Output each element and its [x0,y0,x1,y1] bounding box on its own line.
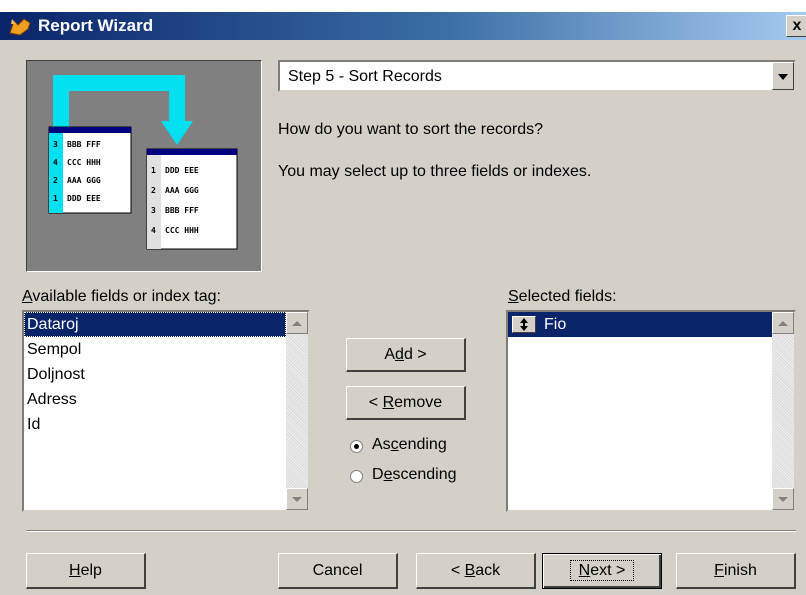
available-field-item[interactable]: Sempol [24,337,286,362]
step-dropdown[interactable]: Step 5 - Sort Records [278,60,796,92]
chevron-down-icon [778,74,788,80]
left_table-row-text: CCC HHH [67,158,101,167]
scroll-up-button[interactable] [772,312,794,334]
selected-field-row[interactable]: Fio [508,312,772,337]
separator [26,530,796,532]
scroll-down-button[interactable] [286,488,308,510]
close-icon: x [792,17,802,34]
ascending-radio[interactable] [350,440,363,453]
cancel-button[interactable]: Cancel [278,553,398,589]
selected-fields-label: Selected fields: [508,288,617,305]
right_table-row-number: 4 [151,226,156,235]
sort-question-text: How do you want to sort the records? [278,121,544,138]
dropdown-button[interactable] [772,62,794,90]
available-fields-list[interactable]: Dataroj Sempol Doljnost Adress Id [22,310,310,512]
help-button[interactable]: Help [26,553,146,589]
scroll-up-button[interactable] [286,312,308,334]
right_table-row-text: DDD EEE [165,166,199,175]
next-button[interactable]: Next > [542,553,662,589]
descending-label[interactable]: Descending [372,466,457,484]
available-field-item[interactable]: Doljnost [24,362,286,387]
ascending-label[interactable]: Ascending [372,436,447,454]
chevron-up-icon [292,321,302,326]
left_table-row-number: 3 [53,140,58,149]
sort-illustration: 3 BBB FFF 4 CCC HHH 2 AAA GGG 1 DDD EEE 1 DDD EE… [26,60,262,272]
available-list-scrollbar[interactable] [286,312,308,510]
sort-diagram-icon: 3 BBB FFF 4 CCC HHH 2 AAA GGG 1 DDD EEE 1 DDD EE… [48,75,238,250]
scroll-down-button[interactable] [772,488,794,510]
add-button[interactable]: Add > [346,338,466,372]
left_table-row-number: 4 [53,158,58,167]
available-field-item[interactable]: Id [24,412,286,437]
back-button[interactable]: < Back [416,553,536,589]
available-fields-label: Available fields or index tag: [22,288,221,305]
left_table-row-number: 2 [53,176,58,185]
right_table-row-text: CCC HHH [165,226,199,235]
step-dropdown-value: Step 5 - Sort Records [288,68,442,85]
top-strip [0,0,806,12]
radio-selected-dot [354,444,359,449]
move-handle-icon[interactable] [512,316,536,333]
available-field-item[interactable]: Dataroj [24,312,286,337]
close-button[interactable]: x [786,15,806,37]
descending-radio[interactable] [350,470,363,483]
chevron-down-icon [292,497,302,502]
selected-list-scrollbar[interactable] [772,312,794,510]
available-fields-items: Dataroj Sempol Doljnost Adress Id [24,312,286,437]
next-focus-rect: Next > [569,560,635,581]
remove-button[interactable]: < Remove [346,386,466,420]
left_table-row-text: DDD EEE [67,194,101,203]
chevron-down-icon [778,497,788,502]
selected-field-name: Fio [544,316,567,333]
left_table-row-number: 1 [53,194,58,203]
chevron-up-icon [778,321,788,326]
right_table-row-number: 1 [151,166,156,175]
left_table-row-text: AAA GGG [67,176,101,185]
fox-app-icon [9,18,31,36]
finish-button[interactable]: Finish [676,553,796,589]
selected-fields-list[interactable]: Fio [506,310,796,512]
updown-arrows-icon [520,318,528,331]
sort-hint-text: You may select up to three fields or ind… [278,163,592,180]
right_table-row-text: BBB FFF [165,206,199,215]
left_table-row-text: BBB FFF [67,140,101,149]
window-title: Report Wizard [38,16,154,35]
right_table-row-text: AAA GGG [165,186,199,195]
right_table-row-number: 2 [151,186,156,195]
right_table-row-number: 3 [151,206,156,215]
available-field-item[interactable]: Adress [24,387,286,412]
